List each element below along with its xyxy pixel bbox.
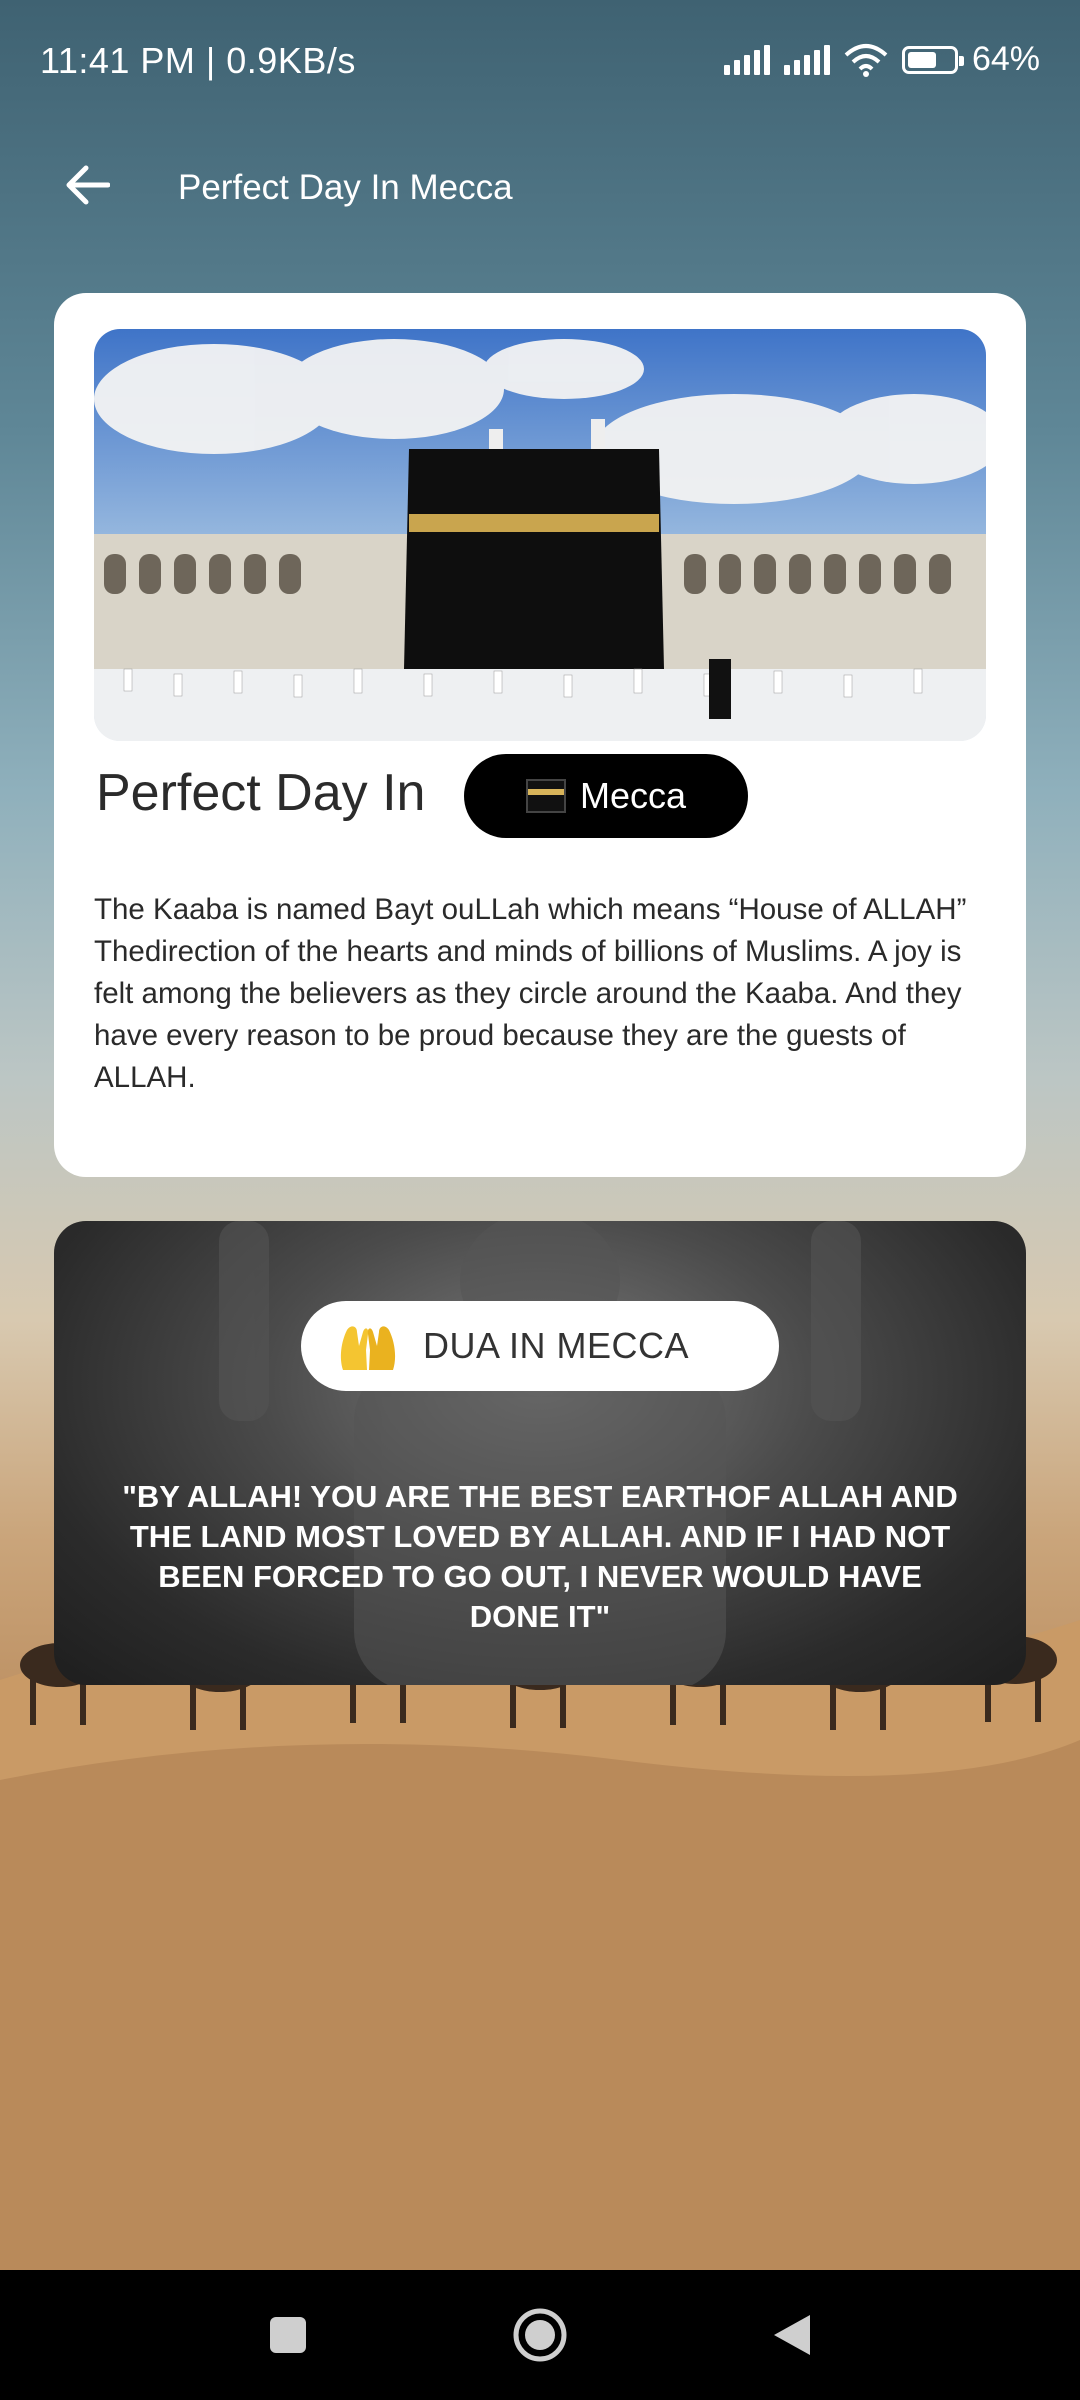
dua-card: DUA IN MECCA "BY ALLAH! YOU ARE THE BEST… bbox=[54, 1221, 1026, 1685]
app-bar: Perfect Day In Mecca bbox=[0, 130, 1080, 240]
page-title: Perfect Day In Mecca bbox=[178, 168, 513, 207]
home-circle-icon bbox=[513, 2308, 567, 2362]
info-card: Perfect Day In Mecca The Kaaba is named … bbox=[54, 293, 1026, 1177]
praying-hands-icon bbox=[340, 1326, 396, 1370]
dua-button[interactable]: DUA IN MECCA bbox=[301, 1301, 779, 1391]
back-nav-button[interactable] bbox=[762, 2305, 822, 2365]
square-icon bbox=[270, 2317, 306, 2353]
city-button[interactable]: Mecca bbox=[464, 754, 748, 838]
system-nav-bar bbox=[0, 2270, 1080, 2400]
battery-icon bbox=[901, 45, 964, 74]
back-triangle-icon bbox=[774, 2315, 810, 2355]
city-button-label: Mecca bbox=[579, 775, 687, 816]
home-button[interactable] bbox=[510, 2305, 570, 2365]
signal-icon-2 bbox=[783, 44, 830, 75]
status-icons: 64% bbox=[723, 40, 1040, 79]
status-time: 11:41 PM | 0.9KB/s bbox=[40, 40, 356, 81]
arrow-left-icon bbox=[66, 165, 110, 205]
kaaba-icon bbox=[525, 779, 566, 813]
back-button[interactable] bbox=[52, 150, 122, 220]
recent-apps-button[interactable] bbox=[258, 2305, 318, 2365]
signal-icon bbox=[723, 44, 770, 75]
dua-button-label: DUA IN MECCA bbox=[423, 1325, 690, 1366]
status-bar: 11:41 PM | 0.9KB/s 64% bbox=[0, 0, 1080, 130]
battery-level bbox=[907, 51, 937, 68]
description-text: The Kaaba is named Bayt ouLLah which mea… bbox=[94, 892, 967, 1094]
kaaba-image bbox=[94, 329, 986, 741]
dua-quote: "BY ALLAH! YOU ARE THE BEST EARTHOF ALLA… bbox=[122, 1479, 958, 1634]
battery-percent: 64% bbox=[971, 40, 1040, 78]
card-heading: Perfect Day In bbox=[96, 764, 426, 822]
wifi-icon bbox=[844, 43, 888, 77]
